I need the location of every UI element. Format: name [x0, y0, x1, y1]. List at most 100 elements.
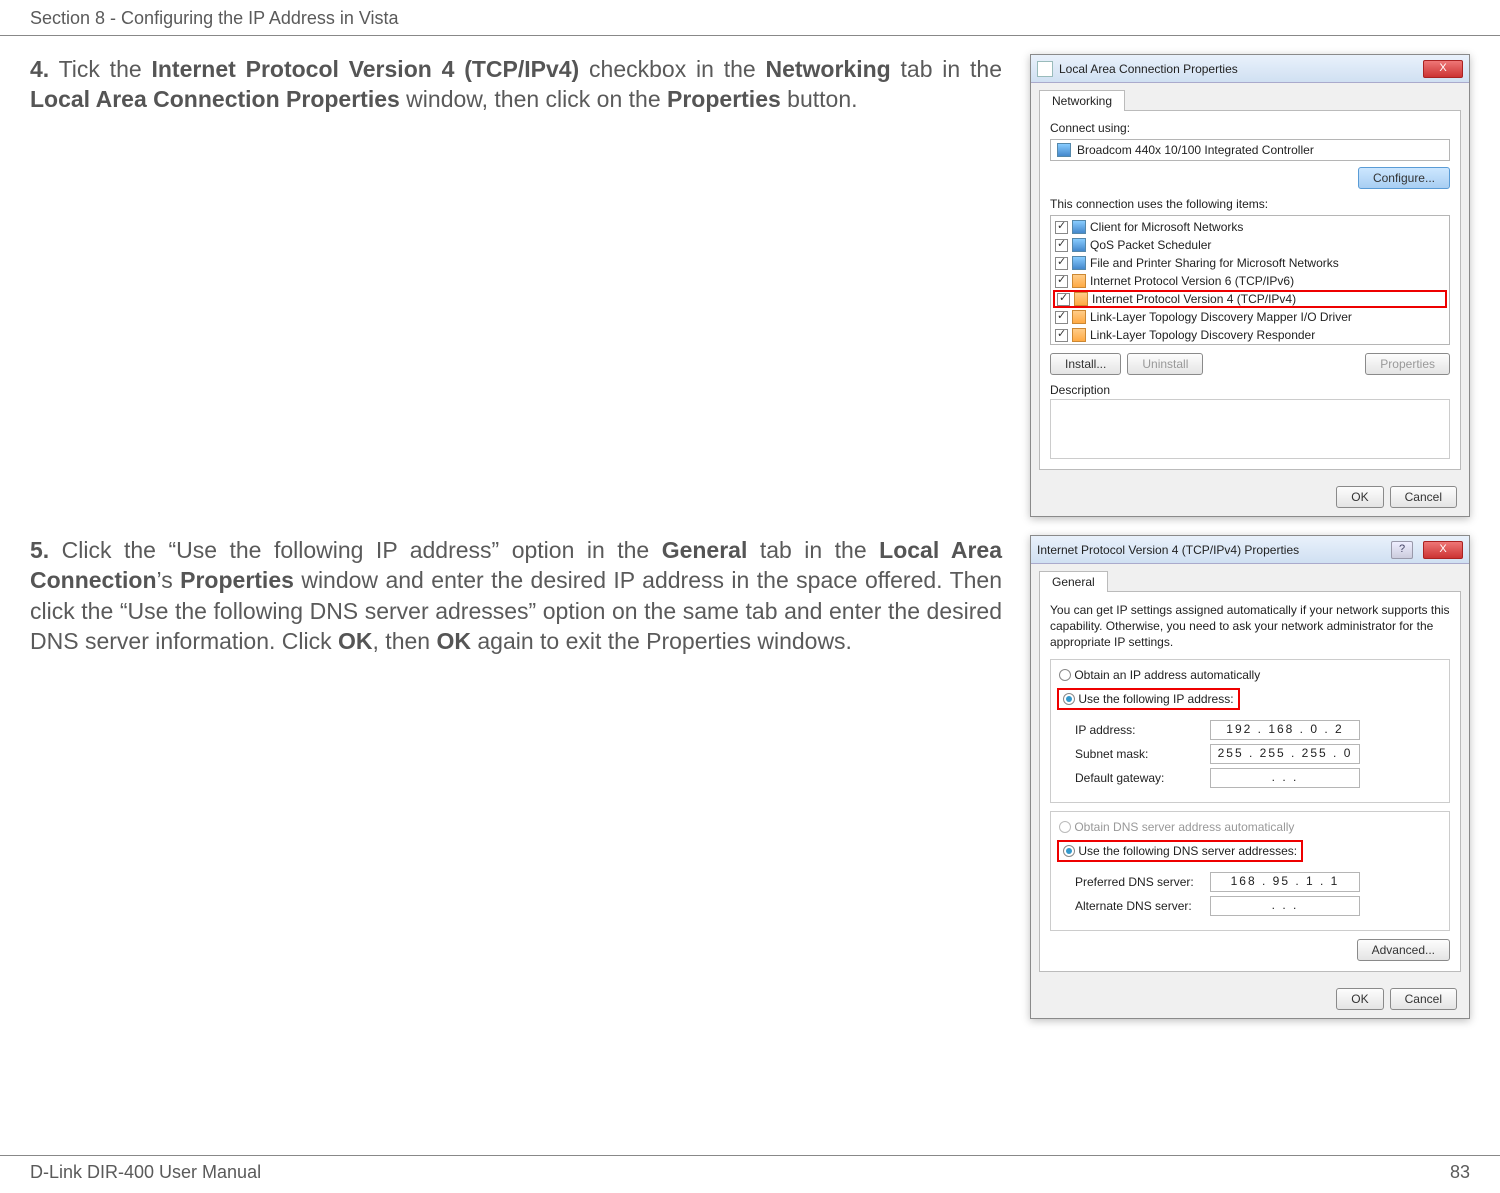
close-icon[interactable]: X: [1423, 541, 1463, 559]
gateway-input[interactable]: . . .: [1210, 768, 1360, 788]
t: Internet Protocol Version 4 (TCP/IPv4): [151, 56, 579, 82]
uninstall-button[interactable]: Uninstall: [1127, 353, 1203, 375]
radio-label: Obtain DNS server address automatically: [1074, 820, 1294, 834]
adns-label: Alternate DNS server:: [1075, 899, 1210, 913]
cancel-button[interactable]: Cancel: [1390, 988, 1457, 1010]
checkbox-icon[interactable]: [1055, 329, 1068, 342]
t: Local Area Connection Properties: [30, 86, 400, 112]
configure-button[interactable]: Configure...: [1358, 167, 1450, 189]
help-icon[interactable]: ?: [1391, 541, 1413, 559]
footer-page-number: 83: [1450, 1162, 1470, 1183]
checkbox-icon[interactable]: [1055, 221, 1068, 234]
tab-strip: General: [1031, 564, 1469, 591]
adapter-icon: [1057, 143, 1071, 157]
list-item[interactable]: File and Printer Sharing for Microsoft N…: [1053, 254, 1447, 272]
item-label: Link-Layer Topology Discovery Mapper I/O…: [1090, 310, 1352, 324]
t: OK: [338, 628, 373, 654]
checkbox-icon[interactable]: [1055, 257, 1068, 270]
tab-networking[interactable]: Networking: [1039, 90, 1125, 111]
list-item[interactable]: Internet Protocol Version 6 (TCP/IPv6): [1053, 272, 1447, 290]
protocol-icon: [1072, 328, 1086, 342]
page-header: Section 8 - Configuring the IP Address i…: [0, 0, 1500, 36]
titlebar: Internet Protocol Version 4 (TCP/IPv4) P…: [1031, 536, 1469, 564]
ipv4-properties-dialog: Internet Protocol Version 4 (TCP/IPv4) P…: [1030, 535, 1470, 1019]
cancel-button[interactable]: Cancel: [1390, 486, 1457, 508]
ok-button[interactable]: OK: [1336, 988, 1383, 1010]
checkbox-icon[interactable]: [1055, 239, 1068, 252]
step-5-text: 5. Click the “Use the following IP addre…: [30, 535, 1002, 656]
list-item[interactable]: Link-Layer Topology Discovery Responder: [1053, 326, 1447, 344]
content: 4. Tick the Internet Protocol Version 4 …: [0, 36, 1500, 1019]
step-5-row: 5. Click the “Use the following IP addre…: [30, 535, 1470, 1019]
step-5-num: 5.: [30, 537, 49, 563]
t: Networking: [765, 56, 890, 82]
item-label: QoS Packet Scheduler: [1090, 238, 1211, 252]
page-footer: D-Link DIR-400 User Manual 83: [0, 1155, 1500, 1183]
list-item-ipv4-highlight[interactable]: Internet Protocol Version 4 (TCP/IPv4): [1053, 290, 1447, 308]
ip-input[interactable]: 192 . 168 . 0 . 2: [1210, 720, 1360, 740]
t: window, then click on the: [400, 86, 667, 112]
dialog-footer: OK Cancel: [1031, 980, 1469, 1018]
tab-body: Connect using: Broadcom 440x 10/100 Inte…: [1039, 110, 1461, 470]
lan-properties-dialog: Local Area Connection Properties X Netwo…: [1030, 54, 1470, 517]
titlebar: Local Area Connection Properties X: [1031, 55, 1469, 83]
ip-group: Obtain an IP address automatically Use t…: [1050, 659, 1450, 803]
window-title: Local Area Connection Properties: [1059, 62, 1238, 76]
protocol-icon: [1072, 220, 1086, 234]
gateway-label: Default gateway:: [1075, 771, 1210, 785]
radio-auto-dns: [1059, 821, 1071, 833]
button-row: Install... Uninstall Properties: [1050, 353, 1450, 375]
list-item[interactable]: Link-Layer Topology Discovery Mapper I/O…: [1053, 308, 1447, 326]
t: OK: [436, 628, 471, 654]
ip-label: IP address:: [1075, 723, 1210, 737]
t: checkbox in the: [579, 56, 765, 82]
window-title: Internet Protocol Version 4 (TCP/IPv4) P…: [1037, 543, 1299, 557]
tab-body: You can get IP settings assigned automat…: [1039, 591, 1461, 972]
radio-label: Obtain an IP address automatically: [1074, 668, 1260, 682]
t: General: [662, 537, 748, 563]
tab-strip: Networking: [1031, 83, 1469, 110]
step-4-row: 4. Tick the Internet Protocol Version 4 …: [30, 54, 1470, 517]
list-item[interactable]: Client for Microsoft Networks: [1053, 218, 1447, 236]
t: tab in the: [891, 56, 1002, 82]
item-label: Link-Layer Topology Discovery Responder: [1090, 328, 1315, 342]
section-title: Section 8 - Configuring the IP Address i…: [30, 8, 399, 28]
t: , then: [373, 628, 437, 654]
window-icon: [1037, 61, 1053, 77]
radio-label: Use the following DNS server addresses:: [1078, 844, 1297, 858]
t: again to exit the Properties windows.: [471, 628, 852, 654]
install-button[interactable]: Install...: [1050, 353, 1121, 375]
checkbox-icon[interactable]: [1055, 275, 1068, 288]
mask-input[interactable]: 255 . 255 . 255 . 0: [1210, 744, 1360, 764]
protocol-icon: [1072, 238, 1086, 252]
close-icon[interactable]: X: [1423, 60, 1463, 78]
properties-button[interactable]: Properties: [1365, 353, 1450, 375]
protocol-icon: [1072, 256, 1086, 270]
list-item[interactable]: QoS Packet Scheduler: [1053, 236, 1447, 254]
description-box: [1050, 399, 1450, 459]
radio-label: Use the following IP address:: [1078, 692, 1233, 706]
checkbox-icon[interactable]: [1057, 293, 1070, 306]
radio-auto-ip[interactable]: [1059, 669, 1071, 681]
t: Properties: [180, 567, 294, 593]
dns-group: Obtain DNS server address automatically …: [1050, 811, 1450, 931]
intro-text: You can get IP settings assigned automat…: [1050, 602, 1450, 651]
footer-left: D-Link DIR-400 User Manual: [30, 1162, 261, 1183]
tab-general[interactable]: General: [1039, 571, 1108, 592]
dialog-footer: OK Cancel: [1031, 478, 1469, 516]
items-list[interactable]: Client for Microsoft Networks QoS Packet…: [1050, 215, 1450, 345]
protocol-icon: [1072, 310, 1086, 324]
step-4-num: 4.: [30, 56, 49, 82]
advanced-button[interactable]: Advanced...: [1357, 939, 1450, 961]
pdns-input[interactable]: 168 . 95 . 1 . 1: [1210, 872, 1360, 892]
t: button.: [781, 86, 858, 112]
t: Tick the: [49, 56, 151, 82]
radio-use-dns[interactable]: [1063, 845, 1075, 857]
ok-button[interactable]: OK: [1336, 486, 1383, 508]
checkbox-icon[interactable]: [1055, 311, 1068, 324]
t: tab in the: [747, 537, 879, 563]
adns-input[interactable]: . . .: [1210, 896, 1360, 916]
radio-use-ip[interactable]: [1063, 693, 1075, 705]
t: Click the “Use the following IP address”…: [49, 537, 662, 563]
pdns-label: Preferred DNS server:: [1075, 875, 1210, 889]
